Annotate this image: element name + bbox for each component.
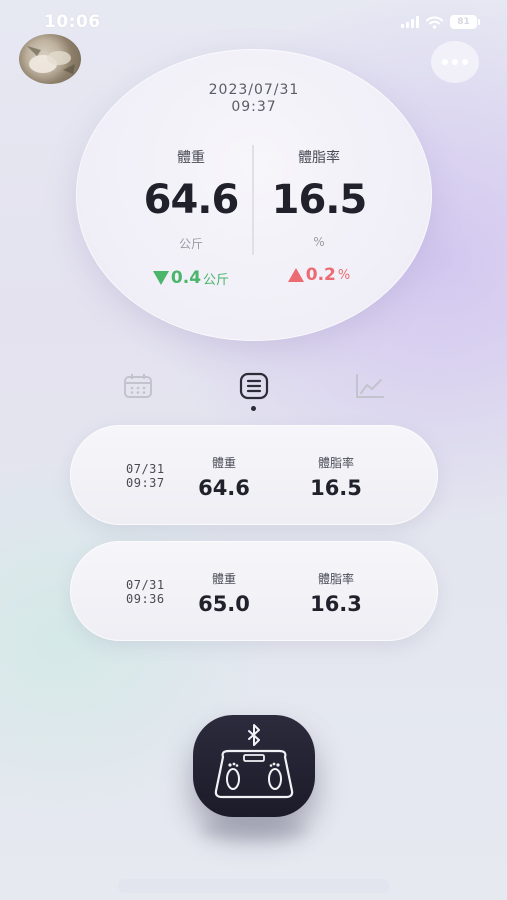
record-weight-label: 體重: [211, 572, 236, 586]
button-shadow: [200, 818, 308, 842]
more-options-button[interactable]: [431, 41, 479, 83]
battery-level: 81: [457, 17, 470, 27]
record-weight-value: 64.6: [198, 476, 250, 500]
list-icon: [239, 372, 269, 400]
battery-icon: 81: [450, 15, 480, 29]
record-card[interactable]: 07/31 09:36 體重 65.0 體脂率 16.3: [70, 541, 438, 641]
body-fat-change-unit: %: [337, 267, 351, 283]
calendar-icon: [124, 374, 152, 398]
record-body-fat-label: 體脂率: [317, 456, 354, 470]
chart-icon: [356, 374, 384, 398]
status-icons: 81: [401, 15, 480, 29]
record-weight: 體重 64.6: [174, 454, 274, 500]
more-icon-dot: [462, 59, 468, 65]
weight-change-value: 0.4: [170, 268, 202, 288]
avatar[interactable]: [19, 34, 81, 84]
measurement-time: 09:37: [231, 99, 277, 115]
weight-change-unit: 公斤: [203, 272, 230, 288]
record-datetime: 07/31 09:37: [126, 462, 165, 490]
measurement-date: 2023/07/31: [208, 82, 300, 98]
measurement-datetime: 2023/07/31 09:37: [76, 82, 432, 116]
decrease-arrow-icon: [152, 271, 169, 285]
connect-scale-button[interactable]: [193, 715, 315, 817]
status-bar: 10:06 81: [0, 0, 507, 44]
record-time: 09:37: [126, 476, 165, 490]
record-body-fat-value: 16.3: [310, 592, 362, 616]
active-tab-indicator: [251, 406, 256, 411]
view-tabs: [0, 366, 507, 412]
more-icon-dot: [442, 59, 448, 65]
record-body-fat-label: 體脂率: [317, 572, 354, 586]
bluetooth-icon: [248, 724, 260, 746]
record-weight-value: 65.0: [198, 592, 250, 616]
more-icon-dot: [452, 59, 458, 65]
tab-trend[interactable]: [354, 370, 386, 402]
body-fat-metric: 體脂率 16.5 % 0.2 %: [244, 147, 394, 285]
home-indicator[interactable]: [118, 879, 390, 893]
record-body-fat-value: 16.5: [310, 476, 362, 500]
body-fat-change: 0.2 %: [244, 265, 394, 285]
record-datetime: 07/31 09:36: [126, 578, 165, 606]
scale-icon: [214, 724, 294, 799]
record-body-fat: 體脂率 16.3: [286, 570, 386, 616]
latest-measurement-card: 2023/07/31 09:37 體重 64.6 公斤 0.4 公斤 體脂率 1…: [76, 49, 432, 341]
avatar-photo: [27, 46, 75, 74]
tab-list[interactable]: [238, 370, 270, 402]
tab-calendar[interactable]: [122, 370, 154, 402]
body-fat-unit: %: [313, 235, 325, 249]
record-weight: 體重 65.0: [174, 570, 274, 616]
body-fat-label: 體脂率: [298, 150, 340, 166]
body-fat-change-value: 0.2: [305, 265, 336, 285]
record-date: 07/31: [126, 462, 165, 476]
record-time: 09:36: [126, 592, 165, 606]
body-fat-value: 16.5: [271, 177, 368, 223]
record-weight-label: 體重: [211, 456, 236, 470]
signal-icon: [401, 16, 419, 28]
record-card[interactable]: 07/31 09:37 體重 64.6 體脂率 16.5: [70, 425, 438, 525]
record-date: 07/31: [126, 578, 165, 592]
wifi-icon: [426, 16, 443, 29]
increase-arrow-icon: [287, 268, 304, 282]
status-time: 10:06: [44, 12, 101, 32]
record-body-fat: 體脂率 16.5: [286, 454, 386, 500]
